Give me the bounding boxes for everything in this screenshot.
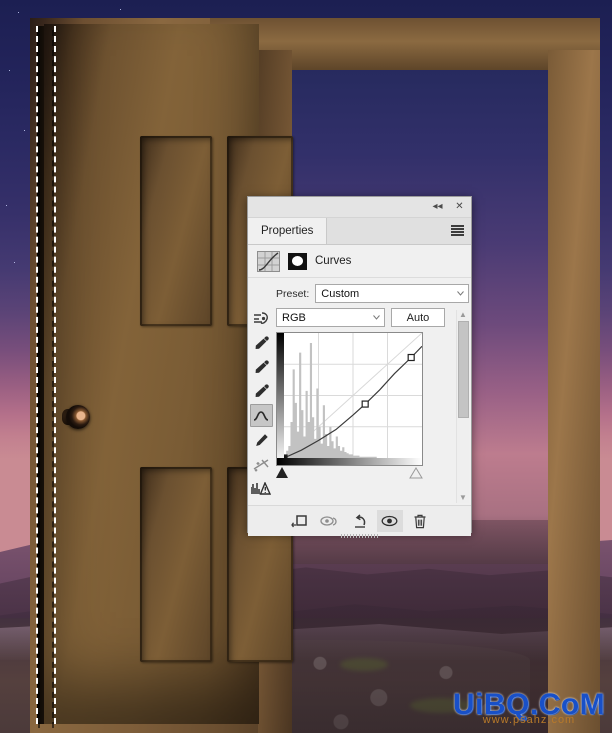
- pencil-draw-tool[interactable]: [251, 430, 272, 451]
- channel-row: RGB Auto: [276, 308, 469, 327]
- chevron-down-icon: [373, 315, 380, 320]
- panel-footer[interactable]: [248, 505, 471, 538]
- close-icon[interactable]: ✕: [453, 201, 466, 214]
- chevron-down-icon[interactable]: ▼: [459, 493, 467, 503]
- doorknob: [66, 405, 90, 429]
- panel-titlebar[interactable]: ◂◂ ✕: [248, 197, 471, 218]
- panel-tab-row[interactable]: Properties: [248, 218, 471, 245]
- curves-adjustment-icon: [257, 250, 280, 272]
- panel-scrollbar[interactable]: ▲ ▼: [456, 310, 469, 503]
- curves-graph-wrapper: [276, 332, 469, 480]
- panel-resize-grip[interactable]: [340, 534, 379, 538]
- smooth-points-tool[interactable]: [251, 454, 272, 475]
- output-gradient-bar: [277, 333, 284, 465]
- histogram-clipping-tool[interactable]: [251, 478, 272, 499]
- clip-to-layer-button[interactable]: [287, 510, 313, 532]
- door-jamb-right: [548, 50, 600, 733]
- marching-ants-selection: [36, 26, 56, 724]
- layer-mask-icon[interactable]: [288, 252, 307, 270]
- auto-button[interactable]: Auto: [391, 308, 445, 327]
- toggle-visibility-button[interactable]: [376, 510, 403, 532]
- input-gradient-bar: [277, 458, 422, 465]
- curves-graph[interactable]: [276, 332, 423, 466]
- chevron-down-icon: [457, 291, 464, 296]
- properties-panel[interactable]: ◂◂ ✕ Properties Curves Preset: Custom RG…: [247, 196, 472, 538]
- gray-point-eyedropper[interactable]: [251, 356, 272, 377]
- delete-adjustment-button[interactable]: [407, 510, 433, 532]
- preset-dropdown[interactable]: Custom: [315, 284, 469, 303]
- curves-main-column: Preset: Custom RGB Auto: [274, 278, 471, 505]
- input-slider-row[interactable]: [276, 467, 423, 480]
- white-point-slider[interactable]: [409, 467, 423, 479]
- black-point-eyedropper[interactable]: [251, 332, 272, 353]
- preset-row: Preset: Custom: [276, 284, 469, 303]
- door-panel-bottom-left: [140, 467, 212, 662]
- preset-label: Preset:: [276, 287, 310, 300]
- screenshot-canvas: ◂◂ ✕ Properties Curves Preset: Custom RG…: [0, 0, 612, 733]
- chevron-up-icon[interactable]: ▲: [459, 310, 467, 320]
- channel-dropdown[interactable]: RGB: [276, 308, 385, 327]
- adjustment-name: Curves: [315, 255, 352, 267]
- reset-adjustment-button[interactable]: [347, 510, 373, 532]
- black-point-slider[interactable]: [276, 467, 288, 478]
- open-door: [44, 24, 293, 724]
- toggle-previous-state-button[interactable]: [317, 510, 343, 532]
- panel-menu-icon[interactable]: [451, 225, 464, 236]
- watermark: UiBQ.CoM www.psahz.com: [446, 690, 612, 733]
- scrollbar-thumb[interactable]: [457, 321, 469, 418]
- white-point-eyedropper[interactable]: [251, 380, 272, 401]
- channel-value: RGB: [282, 311, 306, 324]
- panel-body: Preset: Custom RGB Auto ▲ ▼: [248, 278, 471, 505]
- curve-point-tool[interactable]: [249, 404, 273, 427]
- curve-plot[interactable]: [277, 333, 422, 465]
- on-image-adjustment-tool[interactable]: [251, 308, 272, 329]
- curves-tool-column[interactable]: [248, 278, 274, 505]
- preset-value: Custom: [321, 287, 360, 300]
- adjustment-header: Curves: [248, 245, 471, 278]
- tab-properties[interactable]: Properties: [248, 218, 328, 244]
- door-panel-top-left: [140, 136, 212, 326]
- collapse-icon[interactable]: ◂◂: [431, 201, 444, 214]
